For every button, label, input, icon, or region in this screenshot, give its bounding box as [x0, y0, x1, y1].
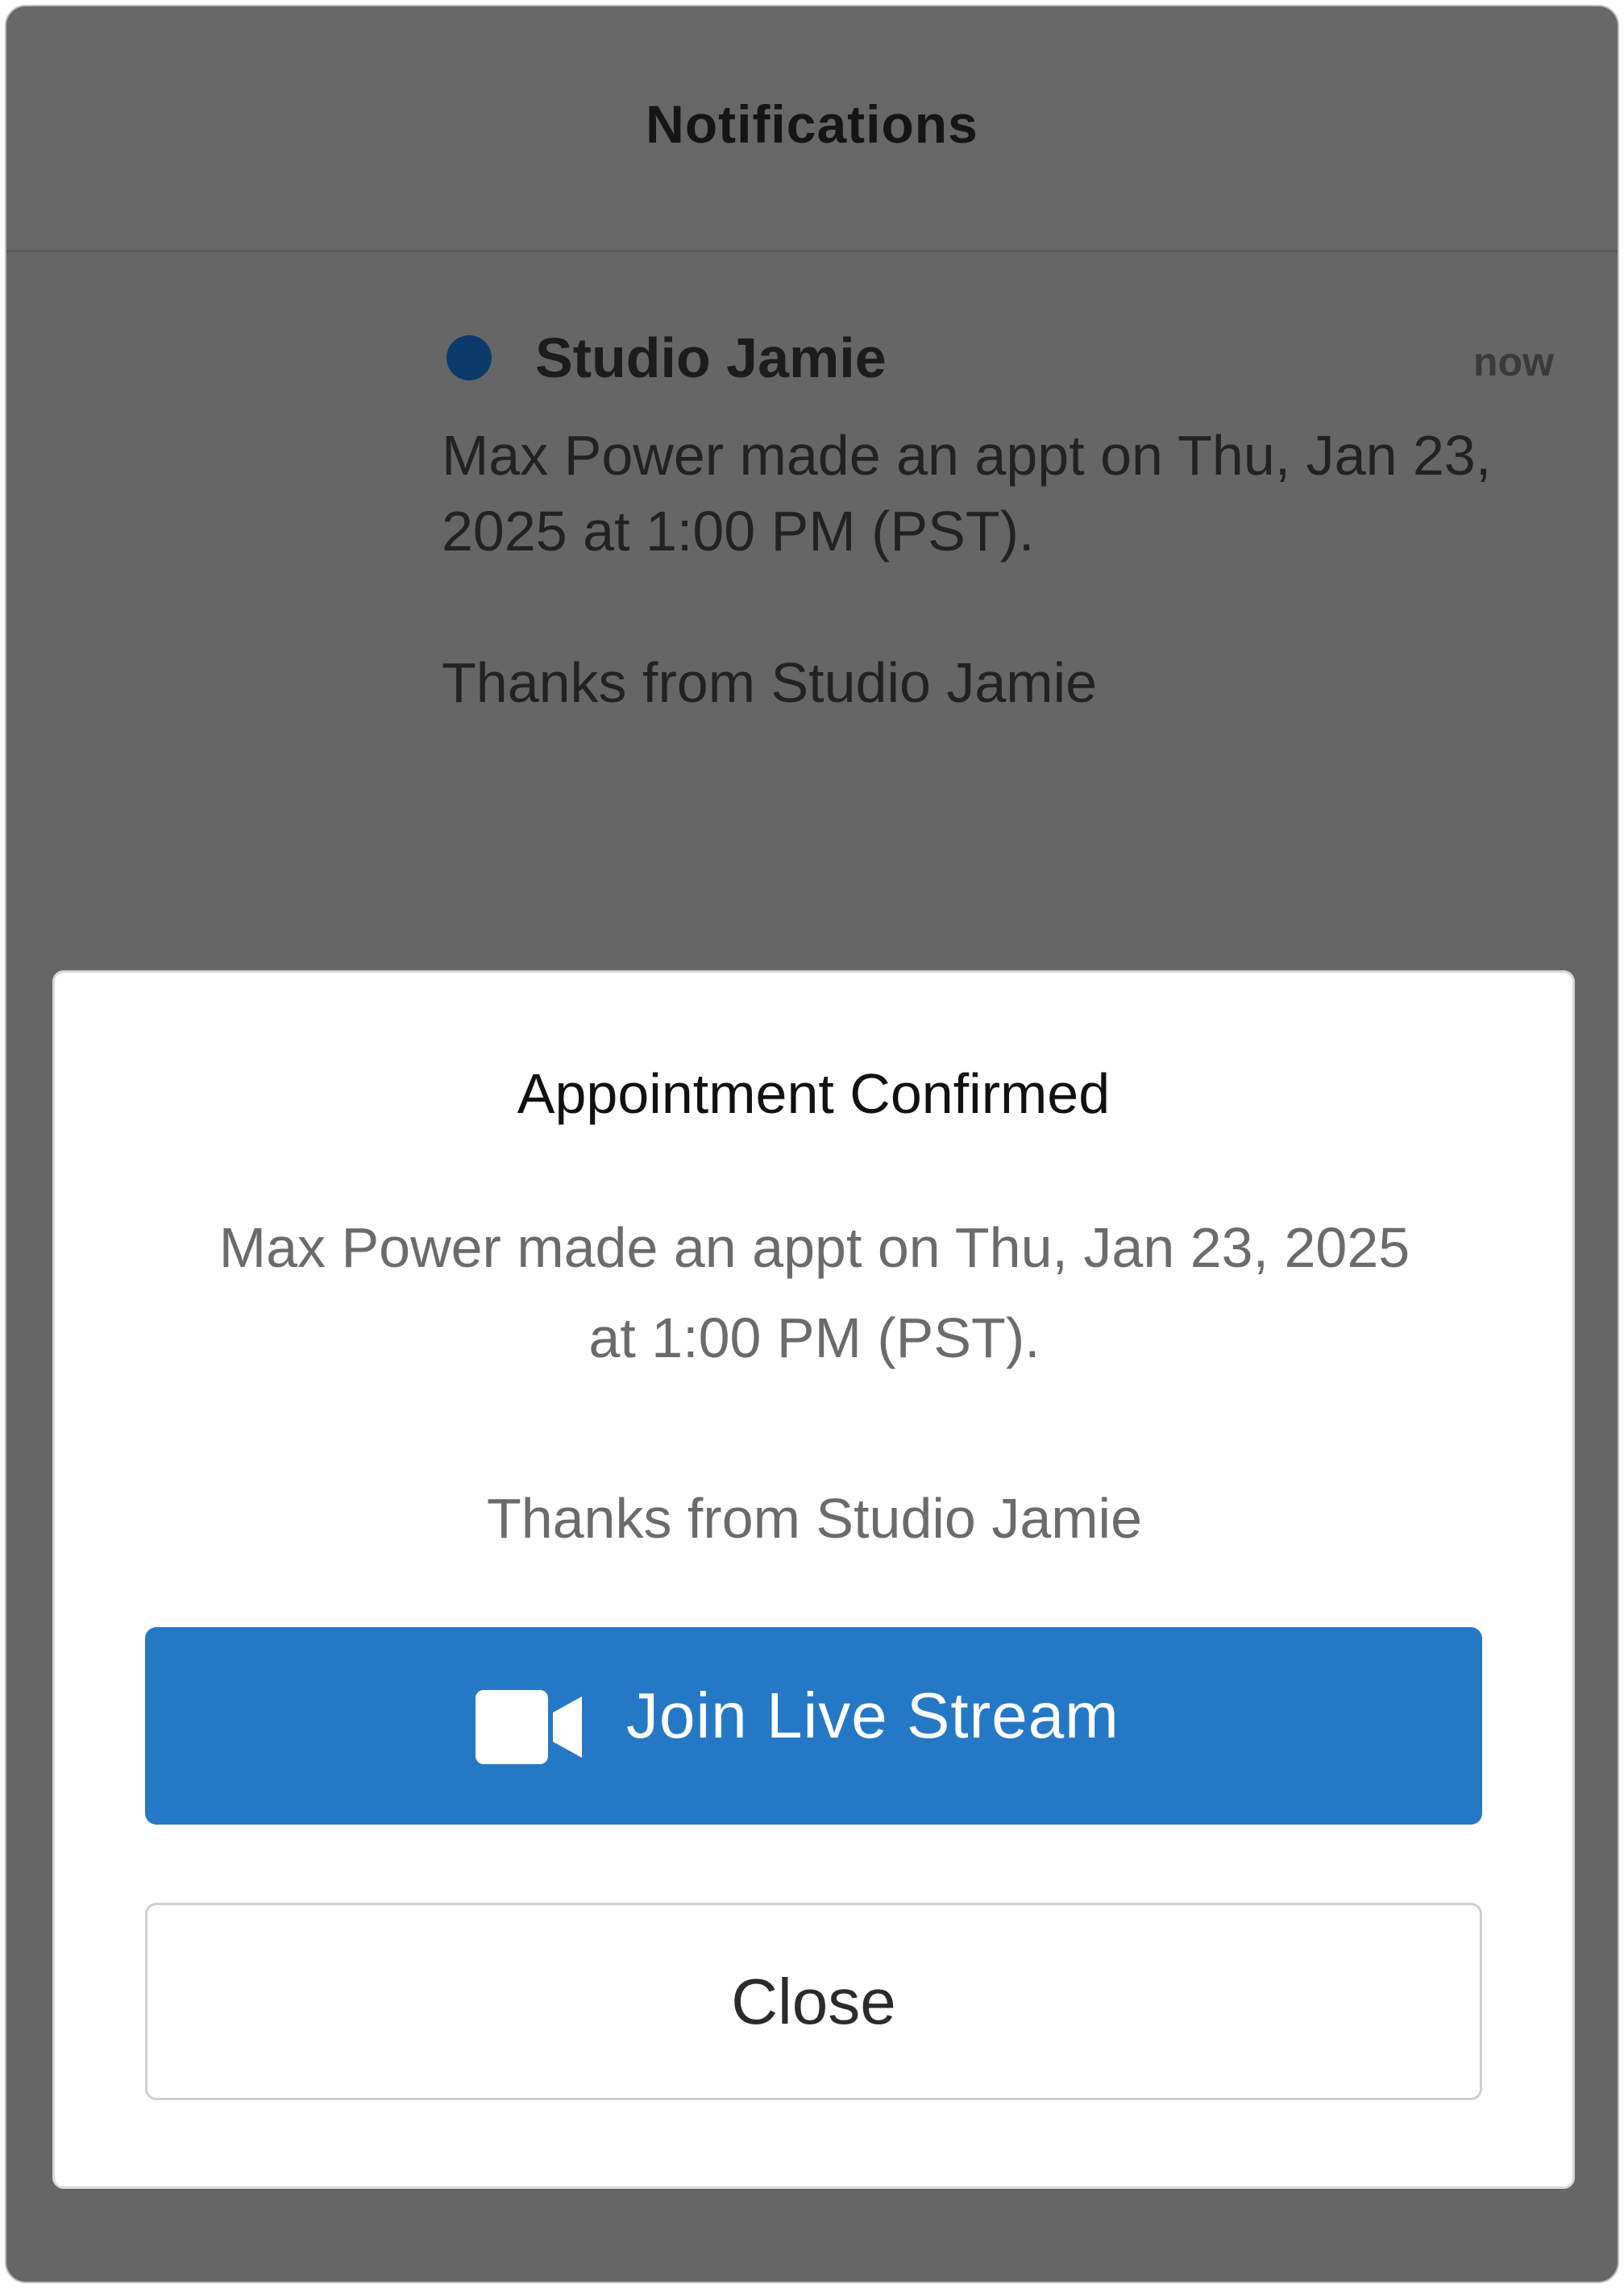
join-live-stream-button[interactable]: Join Live Stream [145, 1627, 1482, 1825]
notification-signoff: Thanks from Studio Jamie [442, 651, 1098, 714]
header: Notifications [6, 6, 1618, 252]
notification-body: Max Power made an appt on Thu, Jan 23, 2… [442, 417, 1554, 796]
join-live-stream-label: Join Live Stream [626, 1680, 1119, 1751]
dialog-title: Appointment Confirmed [517, 1062, 1111, 1125]
close-button[interactable]: Close [145, 1903, 1482, 2100]
dialog-body: Max Power made an appt on Thu, Jan 23, 2… [200, 1202, 1429, 1654]
notification-time: now [1473, 339, 1554, 384]
notifications-screen: Notifications Studio Jamie now Max Power… [5, 5, 1619, 2283]
dialog-signoff: Thanks from Studio Jamie [486, 1487, 1143, 1550]
notification-item[interactable]: Studio Jamie now Max Power made an appt … [442, 321, 1554, 740]
notification-message: Max Power made an appt on Thu, Jan 23, 2… [442, 424, 1492, 563]
dialog-message: Max Power made an appt on Thu, Jan 23, 2… [218, 1216, 1410, 1369]
page-title: Notifications [646, 94, 978, 154]
notification-sender: Studio Jamie [535, 326, 887, 389]
unread-dot-icon [446, 335, 492, 380]
appointment-confirmed-dialog: Appointment Confirmed Max Power made an … [52, 970, 1575, 2189]
video-camera-icon [476, 1690, 582, 1764]
